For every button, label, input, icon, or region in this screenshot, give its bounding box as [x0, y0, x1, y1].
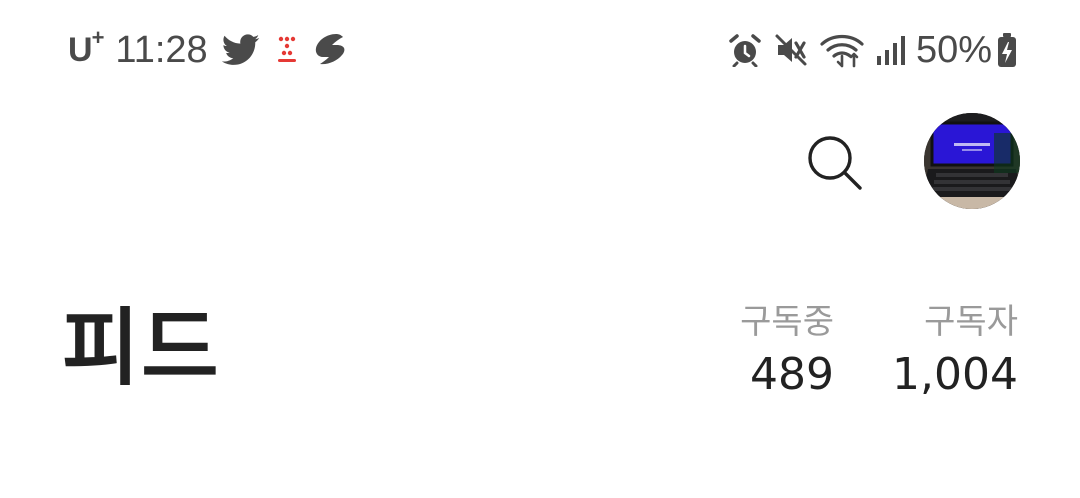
following-count: 489 [750, 349, 834, 400]
vibrate-mute-icon [774, 33, 808, 67]
status-time: 11:28 [115, 28, 208, 71]
followers-label: 구독자 [924, 302, 1018, 342]
status-left: U + 11:28 [68, 26, 354, 74]
carrier-label: U + [68, 26, 104, 70]
avatar-image [924, 113, 1020, 209]
battery-charging-icon [996, 32, 1018, 68]
dots-app-icon [274, 33, 300, 67]
status-right: 50% [716, 26, 1018, 74]
following-stat[interactable]: 구독중 489 [740, 300, 834, 402]
carrier-text: U [68, 30, 93, 69]
search-icon [808, 136, 862, 190]
carrier-plus: + [91, 24, 105, 50]
battery-percent: 50% [915, 28, 992, 71]
followers-count: 1,004 [892, 349, 1018, 400]
search-button[interactable] [800, 130, 870, 196]
following-label: 구독중 [740, 302, 834, 342]
status-bar: U + 11:28 50% [0, 0, 1080, 100]
alarm-icon [728, 33, 762, 67]
signal-icon [876, 34, 906, 66]
wifi-icon [820, 32, 864, 68]
swirl-app-icon [314, 32, 354, 68]
profile-avatar[interactable] [924, 113, 1020, 209]
twitter-icon [221, 33, 260, 67]
page-title: 피드 [62, 299, 221, 397]
followers-stat[interactable]: 구독자 1,004 [892, 300, 1018, 402]
